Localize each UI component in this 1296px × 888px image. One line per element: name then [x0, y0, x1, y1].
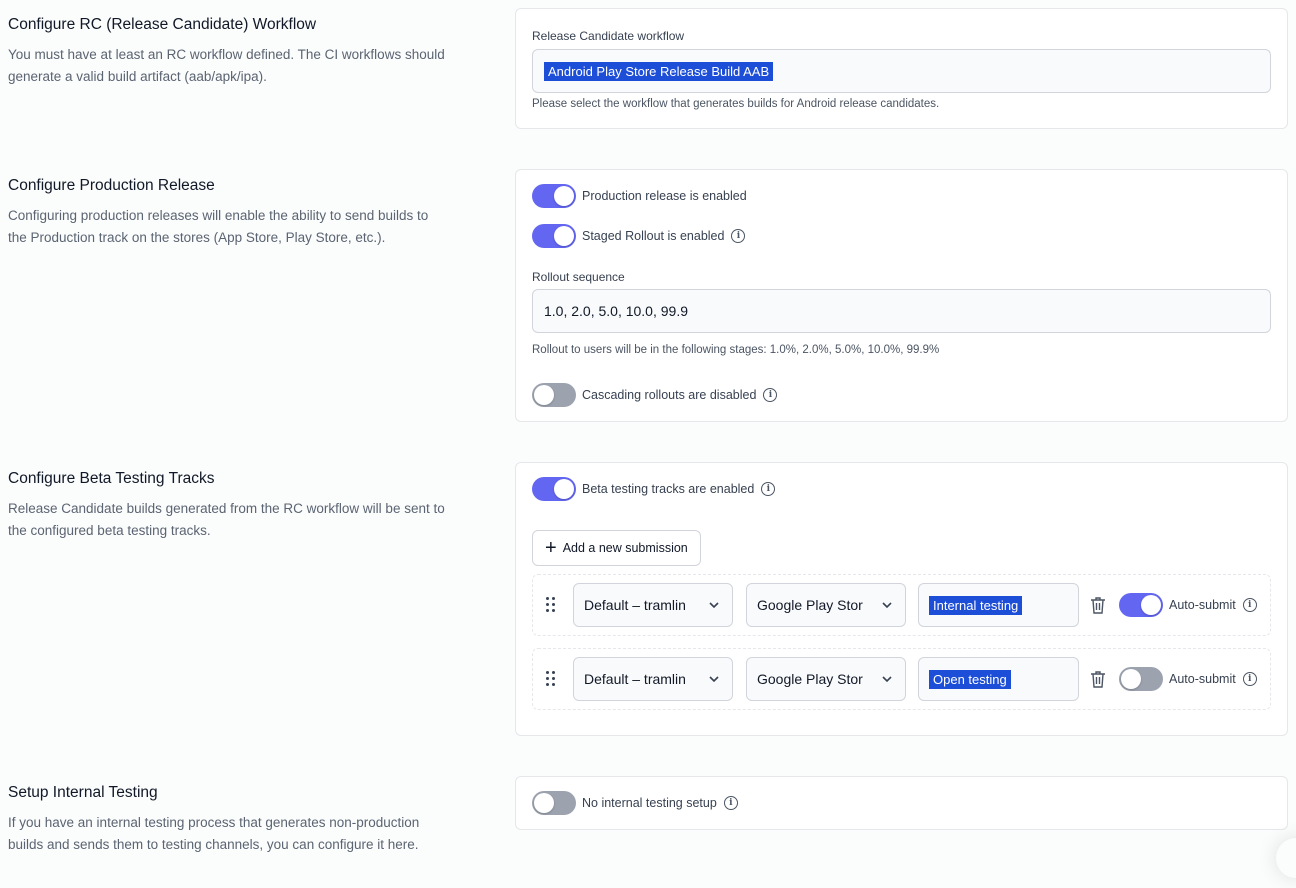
floating-widget-edge	[1276, 838, 1296, 878]
rollout-sequence-value: 1.0, 2.0, 5.0, 10.0, 99.9	[544, 303, 688, 319]
internal-testing-row: No internal testing setup i	[532, 791, 738, 815]
integration-value: Default – tramlin	[584, 597, 686, 613]
info-icon[interactable]: i	[761, 482, 776, 496]
section-title: Configure Beta Testing Tracks	[8, 470, 215, 487]
beta-tracks-label: Beta testing tracks are enabled	[582, 482, 755, 496]
info-icon[interactable]: i	[1242, 672, 1257, 686]
info-icon[interactable]: i	[731, 229, 746, 243]
beta-intro: Configure Beta Testing Tracks Release Ca…	[8, 469, 448, 542]
drag-handle-icon[interactable]	[546, 671, 556, 687]
integration-select[interactable]: Default – tramlin	[573, 657, 733, 701]
internal-testing-intro: Setup Internal Testing If you have an in…	[8, 783, 448, 856]
rc-workflow-value: Android Play Store Release Build AAB	[544, 61, 774, 81]
store-select[interactable]: Google Play Stor	[746, 583, 906, 627]
staged-rollout-toggle[interactable]	[532, 224, 576, 248]
add-submission-label: Add a new submission	[562, 541, 688, 555]
section-title: Configure Production Release	[8, 177, 215, 194]
cascading-rollouts-toggle[interactable]	[532, 383, 576, 407]
section-description: Configuring production releases will ena…	[8, 208, 429, 245]
drag-handle-icon[interactable]	[546, 597, 556, 613]
production-release-row: Production release is enabled	[532, 184, 747, 208]
submission-row: Default – tramlin Google Play Stor Inter…	[532, 574, 1271, 636]
rc-workflow-intro: Configure RC (Release Candidate) Workflo…	[8, 15, 448, 88]
cascading-rollouts-row: Cascading rollouts are disabled i	[532, 383, 778, 407]
info-icon[interactable]: i	[763, 388, 778, 402]
auto-submit-label: Auto-submit	[1169, 672, 1236, 686]
production-intro: Configure Production Release Configuring…	[8, 176, 448, 249]
beta-card: Beta testing tracks are enabled i + Add …	[515, 462, 1288, 736]
track-select[interactable]: Open testing	[918, 657, 1079, 701]
section-description: If you have an internal testing process …	[8, 815, 420, 852]
section-description: Release Candidate builds generated from …	[8, 501, 445, 538]
add-submission-button[interactable]: + Add a new submission	[532, 530, 701, 566]
rollout-help: Rollout to users will be in the followin…	[532, 344, 940, 356]
production-card: Production release is enabled Staged Rol…	[515, 169, 1288, 422]
rc-workflow-select[interactable]: Android Play Store Release Build AAB	[532, 49, 1271, 93]
chevron-down-icon	[709, 676, 719, 683]
store-value: Google Play Stor	[757, 597, 863, 613]
beta-tracks-toggle[interactable]	[532, 477, 576, 501]
info-icon[interactable]: i	[723, 796, 738, 810]
trash-icon[interactable]	[1090, 596, 1106, 614]
store-select[interactable]: Google Play Stor	[746, 657, 906, 701]
integration-select[interactable]: Default – tramlin	[573, 583, 733, 627]
auto-submit-toggle[interactable]	[1119, 593, 1163, 617]
cascading-rollouts-label: Cascading rollouts are disabled	[582, 388, 757, 402]
track-select[interactable]: Internal testing	[918, 583, 1079, 627]
store-value: Google Play Stor	[757, 671, 863, 687]
rc-workflow-label: Release Candidate workflow	[532, 29, 685, 43]
track-value: Open testing	[929, 669, 1011, 689]
plus-icon: +	[545, 537, 557, 559]
section-title: Configure RC (Release Candidate) Workflo…	[8, 16, 317, 33]
chevron-down-icon	[882, 602, 892, 609]
section-description: You must have at least an RC workflow de…	[8, 47, 445, 84]
chevron-down-icon	[882, 676, 892, 683]
section-title: Setup Internal Testing	[8, 784, 158, 801]
rollout-sequence-input[interactable]: 1.0, 2.0, 5.0, 10.0, 99.9	[532, 289, 1271, 333]
auto-submit-group: Auto-submit i	[1119, 593, 1257, 617]
integration-value: Default – tramlin	[584, 671, 686, 687]
rc-workflow-card: Release Candidate workflow Android Play …	[515, 8, 1288, 129]
staged-rollout-label: Staged Rollout is enabled	[582, 229, 725, 243]
auto-submit-group: Auto-submit i	[1119, 667, 1257, 691]
production-release-toggle[interactable]	[532, 184, 576, 208]
submission-row: Default – tramlin Google Play Stor Open …	[532, 648, 1271, 710]
rc-workflow-help: Please select the workflow that generate…	[532, 98, 940, 110]
production-release-label: Production release is enabled	[582, 189, 747, 203]
internal-testing-card: No internal testing setup i	[515, 776, 1288, 830]
chevron-down-icon	[709, 602, 719, 609]
staged-rollout-row: Staged Rollout is enabled i	[532, 224, 746, 248]
internal-testing-label: No internal testing setup	[582, 796, 717, 810]
auto-submit-label: Auto-submit	[1169, 598, 1236, 612]
beta-tracks-row: Beta testing tracks are enabled i	[532, 477, 776, 501]
auto-submit-toggle[interactable]	[1119, 667, 1163, 691]
rollout-sequence-label: Rollout sequence	[532, 270, 625, 284]
trash-icon[interactable]	[1090, 670, 1106, 688]
info-icon[interactable]: i	[1242, 598, 1257, 612]
track-value: Internal testing	[929, 595, 1023, 615]
internal-testing-toggle[interactable]	[532, 791, 576, 815]
